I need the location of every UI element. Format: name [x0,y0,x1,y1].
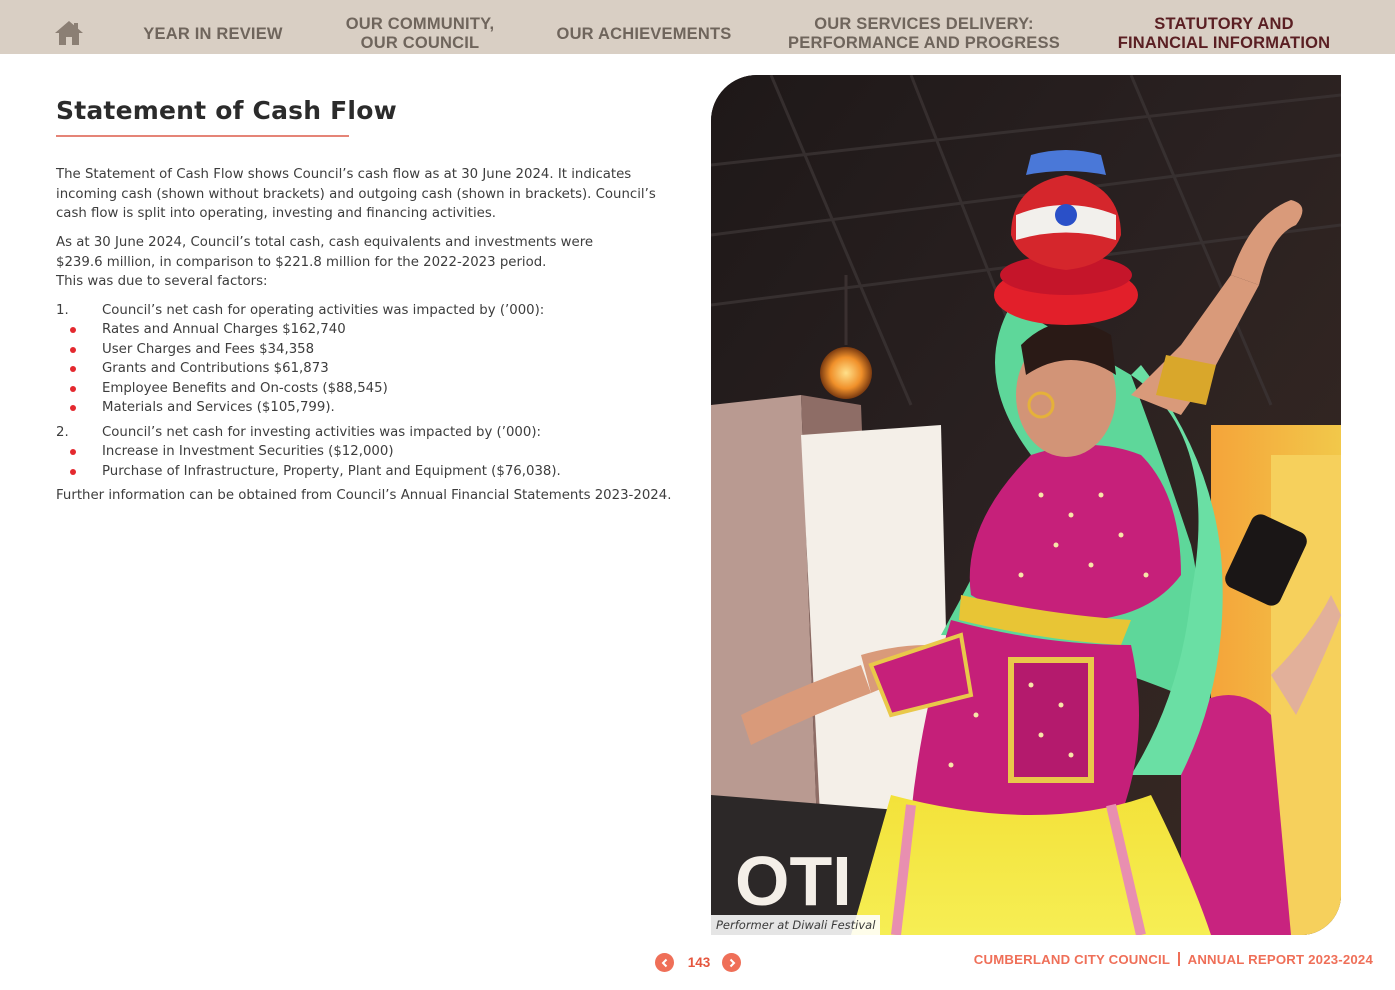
bullet-text: Rates and Annual Charges $162,740 [102,322,346,337]
bullet-text: Employee Benefits and On-costs ($88,545) [102,381,388,396]
nav-label-line1: OUR COMMUNITY, [345,15,495,33]
nav-label-line2: PERFORMANCE AND PROGRESS [788,34,1060,52]
summary-paragraph: As at 30 June 2024, Council’s total cash… [56,233,671,292]
banner-lettering: OTI [735,842,852,920]
intro-line: incoming cash (shown without brackets) a… [56,186,656,202]
footer-brand: CUMBERLAND CITY COUNCIL ANNUAL REPORT 202… [974,950,1373,970]
bullet-item: Increase in Investment Securities ($12,0… [56,442,671,461]
bullet-text: Increase in Investment Securities ($12,0… [102,444,394,459]
bullet-icon [70,449,76,455]
nav-our-community-our-council[interactable]: OUR COMMUNITY, OUR COUNCIL [320,14,520,54]
summary-line: As at 30 June 2024, Council’s total cash… [56,235,594,250]
nav-year-in-review[interactable]: YEAR IN REVIEW [130,14,296,54]
summary-line: This was due to several factors: [56,274,268,290]
bullet-icon [70,469,76,475]
footer-divider [1178,952,1180,966]
organisation-name: CUMBERLAND CITY COUNCIL [973,952,1171,967]
bullet-item: Purchase of Infrastructure, Property, Pl… [56,462,671,481]
bullet-item: Rates and Annual Charges $162,740 [56,320,671,339]
bullet-icon [70,405,76,411]
nav-label: YEAR IN REVIEW [143,24,283,43]
previous-page-button[interactable] [655,953,674,972]
bullet-item: Materials and Services ($105,799). [56,398,671,417]
bullet-text: Materials and Services ($105,799). [102,400,335,415]
intro-line: The Statement of Cash Flow shows Council… [56,167,632,182]
title-underline [56,135,349,137]
bullet-icon [70,347,76,353]
factor-text: Council’s net cash for operating activit… [102,303,545,318]
bullet-text: User Charges and Fees $34,358 [102,342,315,357]
bullet-text: Grants and Contributions $61,873 [102,361,329,376]
bullet-icon [70,386,76,392]
bullet-item: Employee Benefits and On-costs ($88,545) [56,379,671,398]
nav-label-line2: FINANCIAL INFORMATION [1117,34,1331,52]
photo-caption: Performer at Diwali Festival [711,915,881,935]
festival-photo: OTI [711,75,1341,935]
nav-label-line2: OUR COUNCIL [360,34,480,52]
list-number: 1. [56,303,69,318]
bullet-item: User Charges and Fees $34,358 [56,340,671,359]
closing-paragraph: Further information can be obtained from… [56,486,671,505]
chevron-right-icon [729,958,735,967]
factor-text: Council’s net cash for investing activit… [102,425,542,440]
nav-label-line1: STATUTORY AND [1154,15,1294,33]
nav-label: OUR ACHIEVEMENTS [556,24,732,43]
page-number: 143 [687,955,711,970]
nav-statutory-financial-information[interactable]: STATUTORY AND FINANCIAL INFORMATION [1104,14,1344,54]
factor-item: 1. Council’s net cash for operating acti… [56,301,671,320]
report-name: ANNUAL REPORT 2023-2024 [1187,952,1373,967]
list-number: 2. [56,425,69,440]
bullet-item: Grants and Contributions $61,873 [56,359,671,378]
nav-label-line1: OUR SERVICES DELIVERY: [814,15,1034,33]
next-page-button[interactable] [722,953,741,972]
bullet-icon [70,327,76,333]
nav-our-services-delivery[interactable]: OUR SERVICES DELIVERY: PERFORMANCE AND PR… [780,14,1068,54]
intro-paragraph: The Statement of Cash Flow shows Council… [56,165,671,224]
top-navigation: YEAR IN REVIEW OUR COMMUNITY, OUR COUNCIL… [0,0,1395,54]
dancer-illustration: OTI [711,75,1341,935]
closing-text: Further information can be obtained from… [56,488,672,503]
bullet-icon [70,366,76,372]
factor-item: 2. Council’s net cash for investing acti… [56,423,671,442]
intro-line: cash flow is split into operating, inves… [56,206,496,222]
home-button[interactable] [54,19,84,47]
nav-our-achievements[interactable]: OUR ACHIEVEMENTS [545,14,743,54]
chevron-left-icon [661,958,667,967]
home-icon [55,21,83,45]
bullet-text: Purchase of Infrastructure, Property, Pl… [102,464,561,479]
page-title: Statement of Cash Flow [56,96,397,125]
summary-line: $239.6 million, in comparison to $221.8 … [56,254,547,270]
pagination: 143 [655,952,745,972]
